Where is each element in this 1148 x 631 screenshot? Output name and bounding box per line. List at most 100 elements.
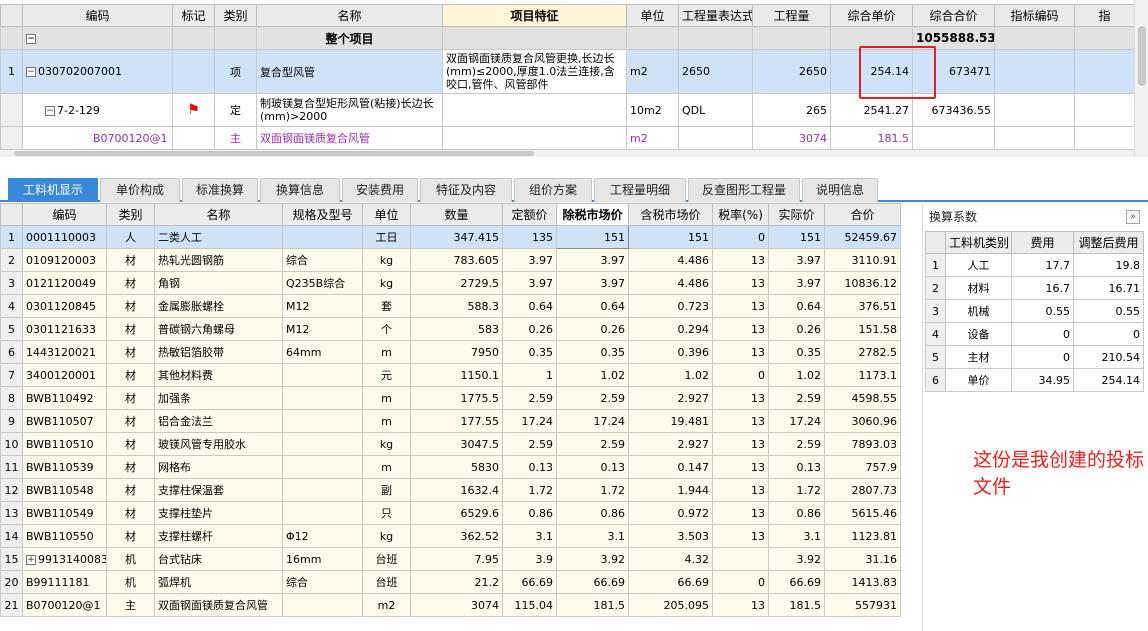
bill-feature[interactable]: 双面钢面镁质复合风管更换,长边长(mm)≤2000,厚度1.0法兰连接,含咬口,…: [442, 49, 627, 94]
col-index[interactable]: 指: [1074, 4, 1135, 27]
col-res-tax-rate[interactable]: 税率(%): [712, 203, 769, 226]
cell-unit[interactable]: kg: [362, 432, 411, 456]
cell-rate[interactable]: 13: [712, 294, 769, 318]
cell-rate[interactable]: 13: [712, 501, 769, 525]
cell-mkt[interactable]: 2.59: [556, 432, 629, 456]
cell-unit[interactable]: 台班: [362, 547, 411, 571]
cell-name[interactable]: 普碳钢六角螺母: [154, 317, 283, 341]
cell-mkt-tax[interactable]: 2.927: [628, 432, 713, 456]
cell-unit[interactable]: m: [362, 409, 411, 433]
col-res-qty[interactable]: 数量: [410, 203, 503, 226]
col-code[interactable]: 编码: [22, 4, 173, 27]
coefficient-row[interactable]: 2 材料 16.7 16.71: [925, 276, 1144, 300]
cell-spec[interactable]: [282, 593, 363, 617]
cell-mkt[interactable]: 0.64: [556, 294, 629, 318]
cell-mkt-tax[interactable]: 2.927: [628, 386, 713, 410]
cell-code[interactable]: B0700120@1: [22, 593, 107, 617]
cell-mkt-tax[interactable]: 0.147: [628, 455, 713, 479]
cell-qty[interactable]: 362.52: [410, 524, 503, 548]
resource-row[interactable]: 7 3400120001 材其他材料费元 1150.1 1 1.02 1.02 0 1.02 11…: [0, 363, 901, 387]
tab-reverse-lookup[interactable]: 反查图形工程量: [688, 178, 800, 202]
cell-code[interactable]: 0001110003: [22, 225, 107, 249]
resource-row[interactable]: 4 0301120845 材金属膨胀螺栓 M12 套 588.3 0.64 0.64 0.723…: [0, 294, 901, 318]
cell-spec[interactable]: Φ12: [282, 524, 363, 548]
tab-unit-price-composition[interactable]: 单价构成: [100, 178, 180, 202]
resource-row[interactable]: 14 BWB110550 材支撑柱螺杆 Φ12 kg 362.52 3.1 3.1 3.503 1…: [0, 524, 901, 548]
cell-spec[interactable]: [282, 409, 363, 433]
cell-mkt-tax[interactable]: 0.972: [628, 501, 713, 525]
cell-mkt[interactable]: 2.59: [556, 386, 629, 410]
cell-code[interactable]: 0301121633: [22, 317, 107, 341]
col-name[interactable]: 名称: [256, 4, 443, 27]
total-row[interactable]: − 整个项目 1055888.53: [0, 26, 1148, 50]
cell-code[interactable]: 1443120021: [22, 340, 107, 364]
resource-row[interactable]: 13 BWB110549 材支撑柱垫片只 6529.6 0.86 0.86 0.972 13 0…: [0, 501, 901, 525]
coefficient-row[interactable]: 5 主材 0 210.54: [925, 345, 1144, 369]
cell-mkt[interactable]: 3.1: [556, 524, 629, 548]
tab-features[interactable]: 特征及内容: [420, 178, 512, 202]
cell-qty[interactable]: 1150.1: [410, 363, 503, 387]
cell-rate[interactable]: 13: [712, 409, 769, 433]
cell-code[interactable]: BWB110549: [22, 501, 107, 525]
tab-install-fee[interactable]: 安装费用: [342, 178, 418, 202]
cell-name[interactable]: 热敏铝箔胶带: [154, 340, 283, 364]
resource-row[interactable]: 9 BWB110507 材铝合金法兰 m 177.55 17.24 17.24 19.481 1…: [0, 409, 901, 433]
tab-quantity-detail[interactable]: 工程量明细: [594, 178, 686, 202]
cell-unit[interactable]: 套: [362, 294, 411, 318]
col-expr[interactable]: 工程量表达式: [678, 4, 753, 27]
col-index-code[interactable]: 指标编码: [994, 4, 1075, 27]
cell-spec[interactable]: 16mm: [282, 547, 363, 571]
cell-code[interactable]: BWB110550: [22, 524, 107, 548]
cell-qty[interactable]: 2729.5: [410, 271, 503, 295]
cell-mkt-tax[interactable]: 151: [628, 225, 713, 249]
cell-unit[interactable]: 工日: [362, 225, 411, 249]
cell-unit[interactable]: m: [362, 340, 411, 364]
col-res-unit[interactable]: 单位: [362, 203, 411, 226]
cell-spec[interactable]: [282, 363, 363, 387]
cell-qty[interactable]: 588.3: [410, 294, 503, 318]
cell-rate[interactable]: 13: [712, 271, 769, 295]
cell-code[interactable]: 0109120003: [22, 248, 107, 272]
cell-spec[interactable]: 64mm: [282, 340, 363, 364]
cell-rate[interactable]: 13: [712, 386, 769, 410]
col-res-total[interactable]: 合价: [824, 203, 901, 226]
col-res-actual-price[interactable]: 实际价: [768, 203, 825, 226]
cell-unit[interactable]: m: [362, 455, 411, 479]
collapse-icon[interactable]: −: [26, 67, 36, 77]
col-type[interactable]: 类别: [214, 4, 257, 27]
cell-mkt[interactable]: 1.02: [556, 363, 629, 387]
col-res-name[interactable]: 名称: [154, 203, 283, 226]
cell-unit[interactable]: m2: [362, 593, 411, 617]
col-feature[interactable]: 项目特征: [442, 4, 627, 27]
cell-mkt-tax[interactable]: 1.02: [628, 363, 713, 387]
cell-qty[interactable]: 7950: [410, 340, 503, 364]
cell-name[interactable]: 玻镁风管专用胶水: [154, 432, 283, 456]
cell-code[interactable]: +9913140083: [22, 547, 107, 571]
cell-code[interactable]: B99111181: [22, 570, 107, 594]
cell-qty[interactable]: 583: [410, 317, 503, 341]
cell-name[interactable]: 角钢: [154, 271, 283, 295]
cell-mkt[interactable]: 151: [556, 225, 629, 249]
cell-unit[interactable]: kg: [362, 271, 411, 295]
col-total-price[interactable]: 综合合价: [912, 4, 995, 27]
cell-spec[interactable]: [282, 225, 363, 249]
cell-mkt-tax[interactable]: 4.32: [628, 547, 713, 571]
cell-mkt[interactable]: 0.35: [556, 340, 629, 364]
cell-rate[interactable]: 13: [712, 340, 769, 364]
tab-pricing-plan[interactable]: 组价方案: [514, 178, 592, 202]
main-material-row[interactable]: B0700120@1 主 双面钢面镁质复合风管 m2 3074 181.5: [0, 126, 1148, 150]
expand-icon[interactable]: +: [26, 554, 36, 565]
cell-mkt[interactable]: 181.5: [556, 593, 629, 617]
cell-mkt-tax[interactable]: 19.481: [628, 409, 713, 433]
cell-qty[interactable]: 347.415: [410, 225, 503, 249]
resource-row[interactable]: 12 BWB110548 材支撑柱保温套副 1632.4 1.72 1.72 1.944 13…: [0, 478, 901, 502]
cell-mkt-tax[interactable]: 4.486: [628, 248, 713, 272]
coefficient-row[interactable]: 6 单价 34.95 254.14: [925, 368, 1144, 392]
resource-row[interactable]: 2 0109120003 材热轧光圆钢筋 综合 kg 783.605 3.97 3.97 4.4…: [0, 248, 901, 272]
coef-adj[interactable]: 16.71: [1073, 276, 1144, 300]
cell-spec[interactable]: 综合: [282, 248, 363, 272]
cell-mkt-tax[interactable]: 0.723: [628, 294, 713, 318]
cell-rate[interactable]: 13: [712, 455, 769, 479]
cell-mkt-tax[interactable]: 1.944: [628, 478, 713, 502]
bill-name[interactable]: 复合型风管: [256, 49, 443, 94]
